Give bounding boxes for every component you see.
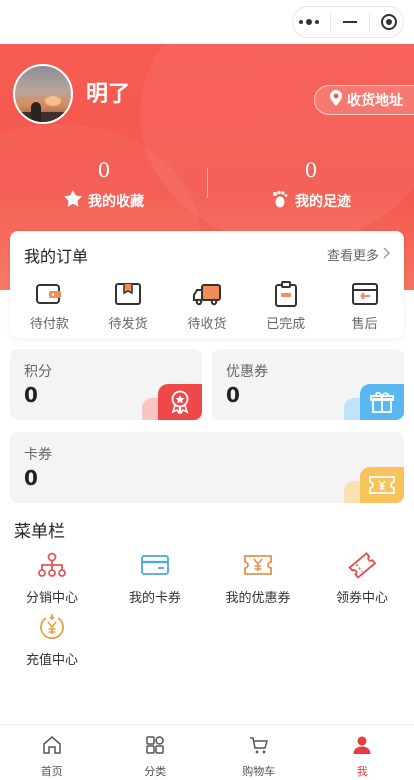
distribution-icon [36,549,68,581]
footprint-icon [271,190,289,212]
star-icon [64,190,82,211]
address-label: 收货地址 [347,93,403,109]
capsule-menu [292,6,404,38]
menu-item-label: 我的优惠券 [225,591,291,606]
category-icon [145,735,165,759]
points-card[interactable]: 积分 0 [10,349,202,420]
user-icon [352,735,372,759]
gift-icon [360,384,404,420]
menu-item-recharge[interactable]: 充值中心 [7,611,97,668]
return-icon [350,281,380,307]
order-item-label: 售后 [351,317,378,332]
footprints-count: 0 [304,158,318,182]
coupons-card[interactable]: 优惠券 0 [212,349,404,420]
order-item-label: 已完成 [266,317,306,332]
truck-icon [192,281,222,307]
nav-item-label: 首页 [40,765,63,778]
points-value: 0 [24,383,38,407]
profile-page: 明了 收货地址 0 我的收藏 0 我的足迹 我的订单 查看更多 待付款 待发货 … [0,0,414,780]
footprints-stat[interactable]: 0 我的足迹 [231,158,391,212]
cart-icon [249,735,269,759]
orders-more-label: 查看更多 [326,249,379,264]
favorites-label: 我的收藏 [88,193,144,210]
menu-item-label: 领券中心 [335,591,388,606]
coupons-label: 优惠券 [226,364,268,380]
wallet-icon [34,281,64,307]
order-after-sales[interactable]: 售后 [330,281,400,332]
order-pending-receipt[interactable]: 待收货 [172,281,242,332]
order-item-label: 待发货 [108,317,148,332]
package-icon [113,281,143,307]
menu-item-voucher-center[interactable]: 领券中心 [317,549,407,606]
nav-item-cart[interactable]: 购物车 [207,725,311,780]
nav-item-label: 购物车 [242,765,276,778]
menu-title: 菜单栏 [14,522,65,542]
vouchers-card[interactable]: 卡券 0 [10,432,404,503]
menu-item-label: 充值中心 [25,653,78,668]
stats-divider [207,168,208,198]
location-pin-icon [329,90,343,110]
order-pending-payment[interactable]: 待付款 [14,281,84,332]
nav-item-me[interactable]: 我 [311,725,414,780]
menu-item-distribution[interactable]: 分销中心 [7,549,97,606]
top-bar [0,0,414,44]
nav-item-category[interactable]: 分类 [104,725,208,780]
order-pending-shipment[interactable]: 待发货 [93,281,163,332]
points-label: 积分 [24,364,52,380]
orders-more-link[interactable]: 查看更多 [327,245,390,264]
award-icon [158,384,202,420]
order-item-label: 待收货 [187,317,227,332]
orders-title: 我的订单 [24,247,89,266]
menu-item-label: 我的卡券 [128,591,181,606]
address-button[interactable]: 收货地址 [314,85,414,115]
menu-item-my-coupons[interactable]: 我的优惠券 [213,549,303,606]
close-icon[interactable] [381,14,398,30]
footprints-label: 我的足迹 [295,194,351,210]
minimize-icon[interactable] [342,21,357,23]
vouchers-value: 0 [24,466,38,490]
home-icon [42,735,62,759]
recharge-icon [36,611,68,643]
orders-card: 我的订单 查看更多 待付款 待发货 待收货 已完成 售后 [10,231,404,338]
order-completed[interactable]: 已完成 [251,281,321,332]
coupons-value: 0 [226,383,240,407]
favorites-count: 0 [97,158,111,182]
vouchers-label: 卡券 [24,447,52,463]
voucher-center-icon [346,549,378,581]
ticket-icon [360,467,404,503]
order-item-label: 待付款 [29,317,69,332]
chevron-right-icon [383,247,390,263]
nav-item-label: 分类 [144,765,167,778]
clipboard-icon [271,281,301,307]
nav-item-label: 我 [356,765,368,778]
username: 明了 [86,82,131,107]
menu-item-label: 分销中心 [25,591,78,606]
nav-item-home[interactable]: 首页 [0,725,104,780]
avatar[interactable] [13,64,73,124]
menu-item-my-cards[interactable]: 我的卡券 [110,549,200,606]
coupon-icon [242,549,274,581]
more-icon[interactable] [298,19,319,25]
favorites-stat[interactable]: 0 我的收藏 [24,158,184,211]
bottom-nav: 首页 分类 购物车 我 [0,724,414,780]
card-icon [139,549,171,581]
